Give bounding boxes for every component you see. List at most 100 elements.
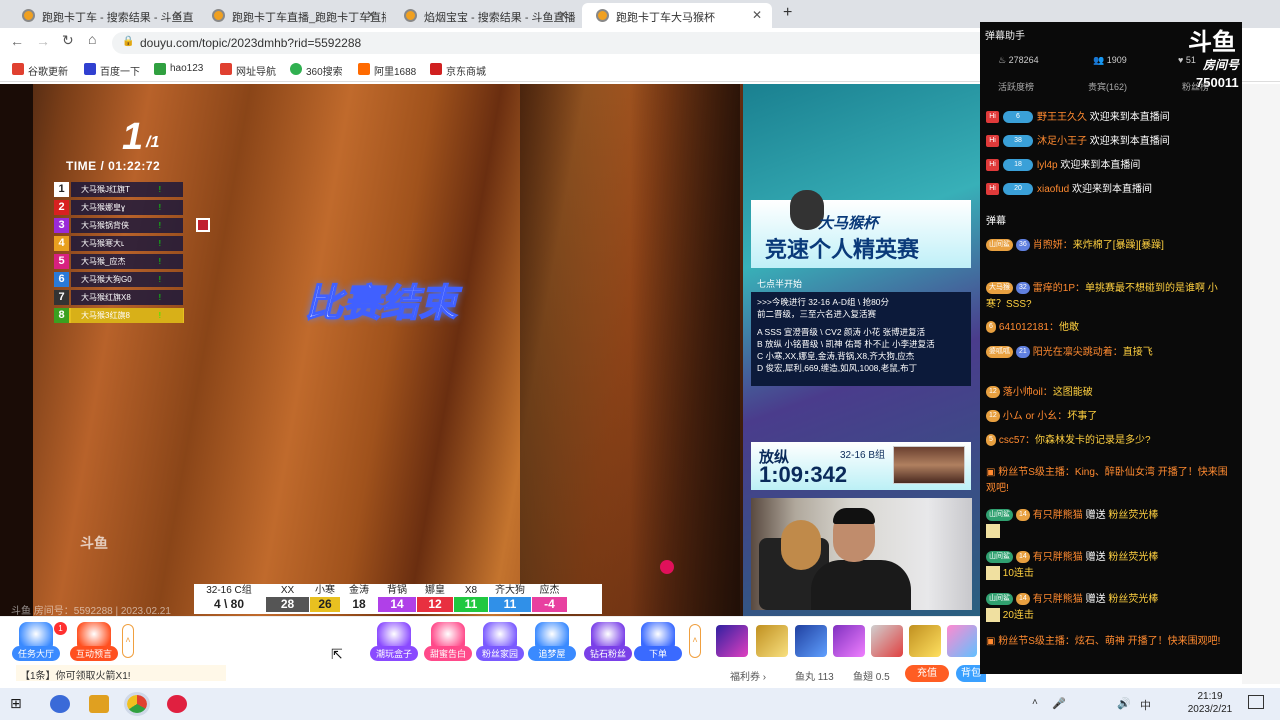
- bookmark-label: 京东商城: [446, 67, 486, 78]
- chat-user[interactable]: 阳光在凛尖跳动着：: [1033, 347, 1123, 358]
- chat-user[interactable]: lyl4p: [1037, 160, 1058, 171]
- box-gift-icon[interactable]: [833, 625, 865, 657]
- toolbar-tool[interactable]: 粉丝家园: [476, 622, 524, 661]
- chat-user[interactable]: 沐足小王子: [1037, 136, 1087, 147]
- tab-label: 跑跑卡丁车 - 搜索结果 - 斗鱼直播: [42, 12, 193, 24]
- reward-ticker[interactable]: 【1条】你可领取火箭X1!: [16, 665, 226, 682]
- tab-fans[interactable]: 粉丝榜: [1182, 80, 1209, 93]
- gift-user[interactable]: 有只胖熊猫: [1033, 510, 1083, 521]
- gift-combo: 10连击: [1002, 568, 1034, 579]
- forward-icon[interactable]: →: [36, 33, 50, 49]
- best-time-value: 1:09:342: [759, 462, 848, 487]
- tab-3[interactable]: 焰烟宝宝 - 搜索结果 - 斗鱼直播 ✕: [390, 3, 578, 28]
- gift-icon[interactable]: [947, 625, 977, 657]
- chrome-icon[interactable]: [124, 692, 150, 716]
- toolbar-tool[interactable]: 下单: [634, 622, 682, 661]
- windows-start-icon[interactable]: ⊞: [10, 695, 30, 713]
- scoreboard-player: XX 28: [266, 584, 309, 614]
- streamer-hair: [833, 508, 875, 524]
- expand-left-icon[interactable]: ˄: [122, 624, 134, 658]
- close-icon[interactable]: ✕: [752, 8, 762, 22]
- tab-vip[interactable]: 贵宾(162): [1088, 80, 1127, 93]
- ranking-player-name: 大马猴娜皇ɣ: [71, 200, 183, 215]
- volume-icon[interactable]: 🔊: [1117, 697, 1131, 710]
- bookmark-item[interactable]: hao123: [154, 63, 204, 75]
- chat-user[interactable]: xiaofud: [1037, 184, 1069, 195]
- video-shadow: [520, 84, 740, 616]
- bookmark-item[interactable]: 谷歌更新: [12, 63, 68, 78]
- address-bar[interactable]: 🔒 douyu.com/topic/2023dmhb?rid=5592288: [112, 32, 992, 54]
- toolbar-tool[interactable]: 任务大厅: [12, 622, 60, 661]
- hi-badge: Hi: [986, 111, 999, 124]
- close-icon[interactable]: ✕: [173, 8, 183, 22]
- chat-user[interactable]: 雷痒的1P：: [1033, 283, 1085, 294]
- bookmark-item[interactable]: 百度一下: [84, 63, 140, 78]
- tab-2[interactable]: 跑跑卡丁车直播_跑跑卡丁车直播 ✕: [198, 3, 386, 28]
- gift-name: 粉丝荧光棒: [1108, 510, 1159, 521]
- new-tab-icon[interactable]: +: [783, 4, 792, 22]
- close-icon[interactable]: ✕: [558, 8, 568, 22]
- chat-user[interactable]: 野王王久久: [1037, 112, 1087, 123]
- plane-gift-icon[interactable]: [756, 625, 788, 657]
- ranking-row: 1 大马猴J红旗T: [54, 182, 184, 197]
- score-value: 11: [454, 597, 488, 612]
- fishwing-balance: 鱼翅 0.5: [853, 672, 890, 683]
- toolbar-tool[interactable]: 潮玩盒子: [370, 622, 418, 661]
- ime-indicator[interactable]: 中: [1140, 697, 1151, 713]
- netease-icon[interactable]: [167, 695, 187, 713]
- jet-gift-icon[interactable]: [871, 625, 903, 657]
- toolbar-tool[interactable]: 互动预言: [70, 622, 118, 661]
- best-time-group: 32-16 B组: [840, 450, 886, 461]
- toolbar-tool[interactable]: 追梦屋: [528, 622, 576, 661]
- toolbar-tool[interactable]: 钻石粉丝: [584, 622, 632, 661]
- bookmark-label: 阿里1688: [374, 67, 417, 78]
- rocket-gift-icon[interactable]: [795, 625, 827, 657]
- hao123-icon: [154, 63, 166, 75]
- tool-label: 任务大厅: [12, 646, 60, 661]
- bookmark-label: hao123: [170, 63, 204, 74]
- tray-chevron-icon[interactable]: ˄: [1032, 697, 1038, 708]
- back-icon[interactable]: ←: [10, 33, 24, 49]
- welfare-link[interactable]: 福利券 ›: [730, 668, 766, 683]
- gift-icon[interactable]: [716, 625, 748, 657]
- baidu-icon: [84, 63, 96, 75]
- video-marker-icon: [660, 560, 674, 574]
- heart-icon: ♥: [1178, 55, 1186, 65]
- chat-user[interactable]: csc57：: [999, 435, 1035, 446]
- tab-activity[interactable]: 活跃度榜: [998, 80, 1034, 93]
- gift-user[interactable]: 有只胖熊猫: [1033, 594, 1083, 605]
- app-icon[interactable]: [89, 695, 109, 713]
- chat-message: 6 641012181：他敢: [986, 320, 1236, 336]
- notification-icon[interactable]: [1248, 695, 1264, 709]
- home-icon[interactable]: ⌂: [88, 31, 96, 47]
- chat-user[interactable]: 肖煦妍：: [1033, 240, 1073, 251]
- score-value: 11: [489, 597, 531, 612]
- bookmark-item[interactable]: 京东商城: [430, 63, 486, 78]
- mic-icon[interactable]: 🎤: [1052, 697, 1066, 710]
- scoreboard-player: 小寒 26: [310, 584, 340, 614]
- chat-user[interactable]: 641012181：: [999, 322, 1059, 333]
- taskbar-clock[interactable]: 21:19 2023/2/21: [1185, 690, 1235, 716]
- chat-message: 12 落小帅oil：这图能破: [986, 385, 1236, 401]
- reload-icon[interactable]: ↻: [62, 32, 74, 49]
- bookmark-item[interactable]: 阿里1688: [358, 63, 416, 78]
- toolbar-tool[interactable]: 甜蜜告白: [424, 622, 472, 661]
- hi-badge: Hi: [986, 183, 999, 196]
- gift-user[interactable]: 有只胖熊猫: [1033, 552, 1083, 563]
- browser-app-icon[interactable]: [50, 695, 70, 713]
- level-badge: 21: [1016, 346, 1030, 359]
- expand-right-icon[interactable]: ˄: [689, 624, 701, 658]
- bookmark-item[interactable]: 网址导航: [220, 63, 276, 78]
- close-icon[interactable]: ✕: [366, 8, 376, 22]
- recharge-button[interactable]: 充值: [905, 665, 949, 682]
- level-badge: 32: [1016, 282, 1030, 295]
- scoreboard-player: 背锅 14: [378, 584, 416, 614]
- bookmark-item[interactable]: 360搜索: [290, 63, 343, 78]
- fan-badge: 6: [986, 321, 996, 334]
- tab-4-active[interactable]: 跑跑卡丁车大马猴杯 ✕: [582, 3, 772, 28]
- chat-user[interactable]: 小ム or 小幺：: [1003, 411, 1067, 422]
- ticket-gift-icon[interactable]: [909, 625, 941, 657]
- chat-user[interactable]: 落小帅oil：: [1003, 387, 1053, 398]
- tab-1[interactable]: 跑跑卡丁车 - 搜索结果 - 斗鱼直播 ✕: [8, 3, 193, 28]
- ranking-position: 2: [54, 200, 69, 215]
